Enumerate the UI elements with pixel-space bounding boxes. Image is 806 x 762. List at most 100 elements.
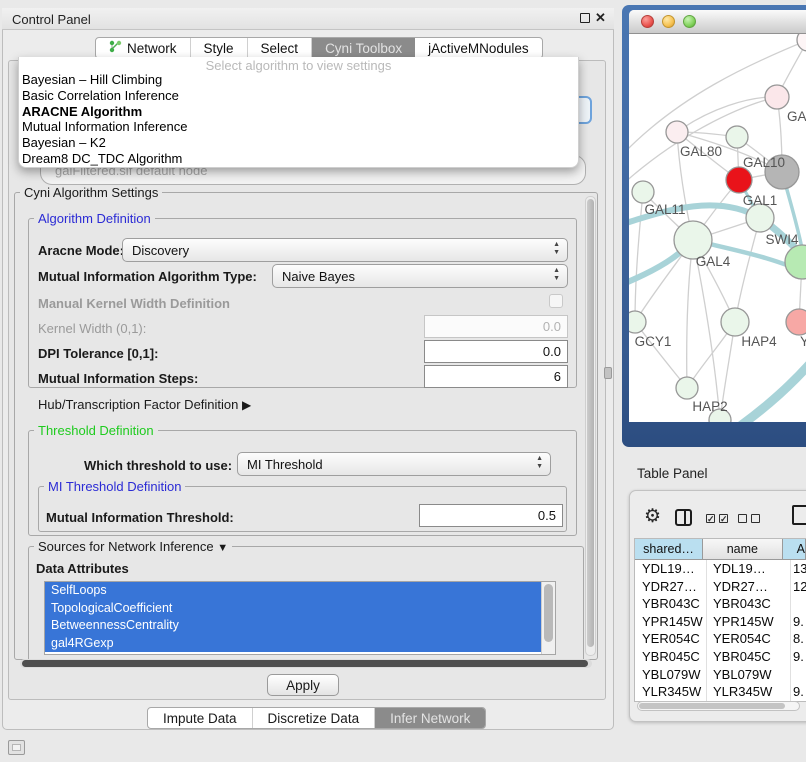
node-green-bright[interactable]: [785, 245, 806, 279]
node-table: shared… name A YDL19…YDL19…13 YDR27…YDR2…: [634, 538, 806, 702]
network-view-window: GAL GAL80 GAL10 GAL1 GAL11 SWI4 GAL4 GCY…: [622, 5, 806, 447]
table-row[interactable]: YDR27…YDR27…12: [635, 578, 806, 596]
column-header[interactable]: shared…: [635, 539, 703, 560]
cyni-settings-group-title: Cyni Algorithm Settings: [20, 185, 162, 200]
mi-steps-field[interactable]: 6: [424, 365, 568, 388]
node-label: GAL10: [743, 155, 785, 170]
aracne-mode-label: Aracne Mode:: [38, 243, 124, 258]
kernel-width-field[interactable]: 0.0: [424, 315, 568, 338]
node-gal1[interactable]: [726, 167, 752, 193]
select-all-icon[interactable]: ✓: [719, 514, 728, 523]
page-icon[interactable]: [792, 505, 806, 525]
tab-infer-network[interactable]: Infer Network: [375, 708, 485, 728]
select-all-icon[interactable]: ✓: [706, 514, 715, 523]
hub-definition-toggle[interactable]: Hub/Transcription Factor Definition ▶: [38, 397, 251, 412]
mi-threshold-label: Mutual Information Threshold:: [46, 510, 234, 525]
algorithm-option[interactable]: Bayesian – K2: [19, 135, 578, 151]
tab-cyni-toolbox[interactable]: Cyni Toolbox: [312, 38, 415, 58]
table-row[interactable]: YDL19…YDL19…13: [635, 560, 806, 578]
zoom-traffic-icon[interactable]: [683, 15, 696, 28]
list-item[interactable]: SelfLoops: [45, 582, 542, 600]
network-nodes[interactable]: [629, 34, 806, 422]
tab-impute-data[interactable]: Impute Data: [148, 708, 253, 728]
mi-type-label: Mutual Information Algorithm Type:: [38, 269, 257, 284]
combo-stepper-icon: ▲▼: [553, 241, 560, 257]
node-gal80[interactable]: [666, 121, 688, 143]
columns-icon[interactable]: [675, 509, 692, 526]
control-panel-titlebar: [2, 8, 614, 30]
network-window-titlebar[interactable]: [629, 10, 806, 34]
cyni-bottom-tabbar: Impute Data Discretize Data Infer Networ…: [147, 707, 486, 729]
scrollbar-thumb[interactable]: [587, 199, 594, 647]
manual-kernel-label: Manual Kernel Width Definition: [38, 296, 230, 311]
node-hap2[interactable]: [676, 377, 698, 399]
node-gal10[interactable]: [726, 126, 748, 148]
restore-panel-button[interactable]: [8, 740, 25, 755]
algorithm-definition-title: Algorithm Definition: [34, 211, 155, 226]
table-row[interactable]: YBR043CYBR043C: [635, 595, 806, 613]
table-horizontal-scrollbar[interactable]: [637, 701, 800, 711]
list-item[interactable]: TopologicalCoefficient: [45, 600, 542, 618]
node-label: GAL: [787, 109, 806, 124]
mi-threshold-field[interactable]: 0.5: [419, 504, 563, 527]
node-hap4[interactable]: [721, 308, 749, 336]
node-label: Y: [800, 334, 806, 349]
algorithm-dropdown-placeholder: Select algorithm to view settings: [19, 57, 578, 72]
table-row[interactable]: YER054CYER054C8.: [635, 630, 806, 648]
list-scrollbar[interactable]: [541, 582, 555, 654]
table-row[interactable]: YBR045CYBR045C9.: [635, 648, 806, 666]
algorithm-option[interactable]: Mutual Information Inference: [19, 119, 578, 135]
gear-icon[interactable]: ⚙: [644, 505, 661, 528]
combo-stepper-icon: ▲▼: [553, 267, 560, 283]
tab-style[interactable]: Style: [191, 38, 248, 58]
minimize-traffic-icon[interactable]: [662, 15, 675, 28]
tab-jactivemnodules[interactable]: jActiveMNodules: [415, 38, 542, 58]
algorithm-option-selected[interactable]: ARACNE Algorithm: [19, 104, 578, 120]
node-unlabeled[interactable]: [797, 34, 806, 51]
node-label: GCY1: [635, 334, 672, 349]
close-traffic-icon[interactable]: [641, 15, 654, 28]
node-salmon[interactable]: [786, 309, 806, 335]
column-header[interactable]: name: [703, 539, 783, 560]
deselect-all-icon[interactable]: [738, 514, 747, 523]
node-label: GAL80: [680, 144, 722, 159]
list-item[interactable]: gal4RGexp: [45, 635, 542, 653]
settings-horizontal-scrollbar[interactable]: [20, 659, 592, 668]
node-swi4[interactable]: [746, 204, 774, 232]
settings-vertical-scrollbar[interactable]: [585, 196, 596, 656]
network-icon: [109, 40, 122, 56]
dpi-tolerance-field[interactable]: 0.0: [424, 340, 568, 363]
column-header[interactable]: A: [783, 539, 806, 560]
table-row[interactable]: YLR345WYLR345W9.: [635, 683, 806, 701]
node-gcy1[interactable]: [629, 311, 646, 333]
deselect-all-icon[interactable]: [751, 514, 760, 523]
tab-network[interactable]: Network: [96, 38, 191, 58]
panel-divider-grip[interactable]: [604, 367, 612, 379]
algorithm-option[interactable]: Bayesian – Hill Climbing: [19, 72, 578, 88]
scrollbar-thumb[interactable]: [22, 660, 588, 667]
data-attributes-label: Data Attributes: [36, 561, 129, 576]
tab-select[interactable]: Select: [248, 38, 313, 58]
close-icon[interactable]: ✕: [595, 10, 606, 26]
node-label: GAL11: [644, 202, 685, 217]
tab-discretize-data[interactable]: Discretize Data: [253, 708, 376, 728]
mi-type-combo[interactable]: Naive Bayes ▲▼: [272, 264, 568, 288]
node-gal-partial[interactable]: [765, 85, 789, 109]
aracne-mode-combo[interactable]: Discovery ▲▼: [122, 238, 568, 262]
apply-button[interactable]: Apply: [267, 674, 339, 696]
control-panel-tabbar: Network Style Select Cyni Toolbox jActiv…: [95, 37, 543, 59]
scrollbar-thumb[interactable]: [544, 584, 553, 642]
sources-group-title[interactable]: Sources for Network Inference ▼: [34, 539, 232, 554]
algorithm-option[interactable]: Basic Correlation Inference: [19, 88, 578, 104]
table-row[interactable]: YBL079WYBL079W: [635, 666, 806, 684]
network-view-inner: GAL GAL80 GAL10 GAL1 GAL11 SWI4 GAL4 GCY…: [629, 10, 806, 422]
manual-kernel-checkbox[interactable]: [549, 294, 563, 308]
algorithm-option[interactable]: Dream8 DC_TDC Algorithm: [19, 151, 578, 167]
network-canvas[interactable]: GAL GAL80 GAL10 GAL1 GAL11 SWI4 GAL4 GCY…: [629, 34, 806, 422]
table-row[interactable]: YPR145WYPR145W9.: [635, 613, 806, 631]
list-item[interactable]: BetweennessCentrality: [45, 617, 542, 635]
scrollbar-thumb[interactable]: [639, 703, 785, 709]
which-threshold-combo[interactable]: MI Threshold ▲▼: [237, 452, 551, 476]
float-icon[interactable]: [580, 13, 590, 23]
node-gal11[interactable]: [632, 181, 654, 203]
